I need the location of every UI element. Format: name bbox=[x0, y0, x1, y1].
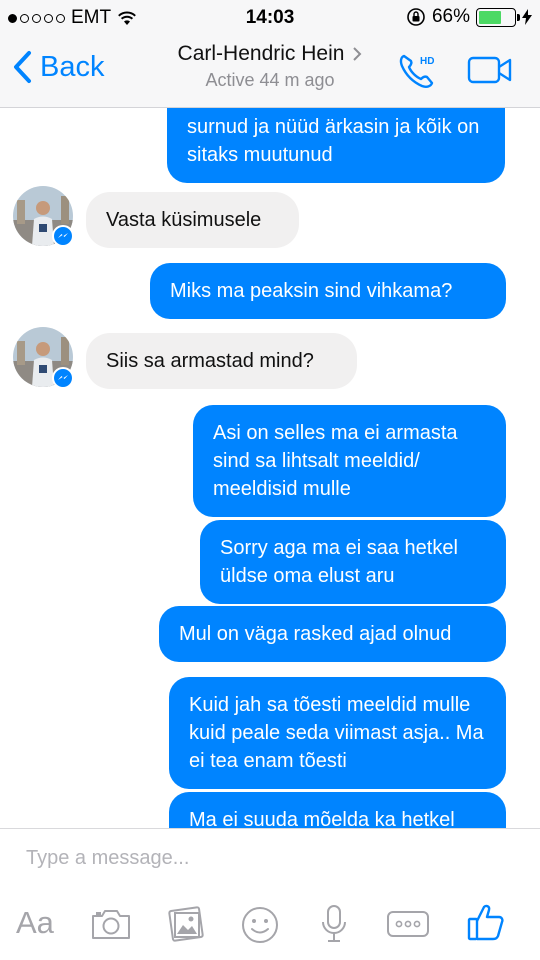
messenger-badge-icon bbox=[52, 225, 74, 247]
camera-icon bbox=[92, 910, 130, 939]
active-status: Active 44 m ago bbox=[205, 70, 335, 90]
outgoing-message[interactable]: Sorry aga ma ei saa hetkel üldse oma elu… bbox=[200, 520, 506, 604]
message-thread[interactable]: surnud ja nüüd ärkasin ja kõik on sitaks… bbox=[0, 108, 540, 828]
outgoing-message[interactable]: Asi on selles ma ei armasta sind sa liht… bbox=[193, 405, 506, 517]
video-call-button[interactable] bbox=[467, 54, 513, 91]
text-format-button[interactable]: Aa bbox=[16, 905, 54, 941]
back-label: Back bbox=[40, 50, 105, 83]
microphone-icon bbox=[322, 905, 346, 942]
message-composer: Aa bbox=[0, 828, 540, 960]
photo-gallery-icon bbox=[168, 906, 204, 942]
charging-bolt-icon bbox=[522, 9, 532, 25]
contact-name: Carl-Hendric Hein bbox=[177, 42, 345, 65]
status-bar: EMT 14:03 66% bbox=[0, 0, 540, 36]
outgoing-message[interactable]: Kuid jah sa tõesti meeldid mulle kuid pe… bbox=[169, 677, 506, 789]
outgoing-message[interactable]: Ma ei suuda mõelda ka hetkel bbox=[169, 792, 506, 828]
outgoing-message[interactable]: Miks ma peaksin sind vihkama? bbox=[150, 263, 506, 319]
emoji-button[interactable] bbox=[240, 905, 280, 950]
photo-button[interactable] bbox=[167, 905, 207, 948]
back-button[interactable]: Back bbox=[12, 50, 104, 84]
video-camera-icon bbox=[467, 56, 512, 84]
messenger-badge-icon bbox=[52, 367, 74, 389]
hd-call-button[interactable]: HD bbox=[397, 50, 439, 95]
camera-button[interactable] bbox=[90, 907, 132, 946]
orientation-lock-icon bbox=[407, 8, 425, 26]
phone-hd-icon: HD bbox=[399, 54, 434, 88]
conversation-header: Back Carl-Hendric Hein Active 44 m ago H… bbox=[0, 36, 540, 108]
message-input[interactable] bbox=[26, 847, 506, 870]
more-dots-icon bbox=[387, 911, 429, 937]
outgoing-message[interactable]: Mul on väga rasked ajad olnud bbox=[159, 606, 506, 662]
battery-info: 66% bbox=[406, 6, 532, 28]
chevron-right-icon bbox=[353, 47, 362, 61]
smiley-icon bbox=[242, 907, 278, 943]
battery-icon bbox=[476, 7, 520, 27]
outgoing-message[interactable]: surnud ja nüüd ärkasin ja kõik on sitaks… bbox=[167, 108, 505, 183]
battery-percent: 66% bbox=[431, 6, 470, 27]
more-button[interactable] bbox=[386, 909, 430, 944]
thumbs-up-icon bbox=[467, 904, 504, 941]
contact-title[interactable]: Carl-Hendric Hein Active 44 m ago bbox=[150, 42, 390, 91]
hd-label: HD bbox=[420, 56, 434, 67]
chevron-left-icon bbox=[14, 51, 31, 83]
incoming-message[interactable]: Siis sa armastad mind? bbox=[86, 333, 357, 389]
incoming-message[interactable]: Vasta küsimusele bbox=[86, 192, 299, 248]
voice-button[interactable] bbox=[320, 903, 348, 950]
like-button[interactable] bbox=[465, 901, 507, 948]
